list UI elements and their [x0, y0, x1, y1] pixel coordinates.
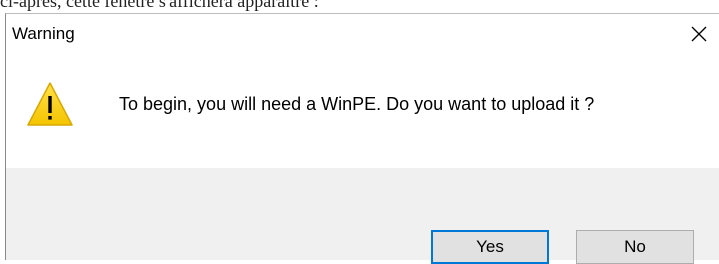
- warning-dialog: Warning To begin, you will need a WinPE.…: [5, 13, 719, 264]
- no-button[interactable]: No: [576, 230, 694, 264]
- close-icon: [691, 26, 707, 42]
- dialog-content: To begin, you will need a WinPE. Do you …: [6, 61, 719, 168]
- dialog-message: To begin, you will need a WinPE. Do you …: [119, 94, 595, 114]
- yes-button[interactable]: Yes: [431, 230, 549, 264]
- warning-triangle-icon: [27, 82, 73, 126]
- background-caption: ci-après, cette fenêtre s'affichera appa…: [0, 0, 319, 11]
- title-bar: Warning: [6, 14, 719, 61]
- close-button[interactable]: [685, 20, 713, 48]
- dialog-title: Warning: [12, 24, 75, 43]
- dialog-footer: Yes No: [6, 168, 719, 264]
